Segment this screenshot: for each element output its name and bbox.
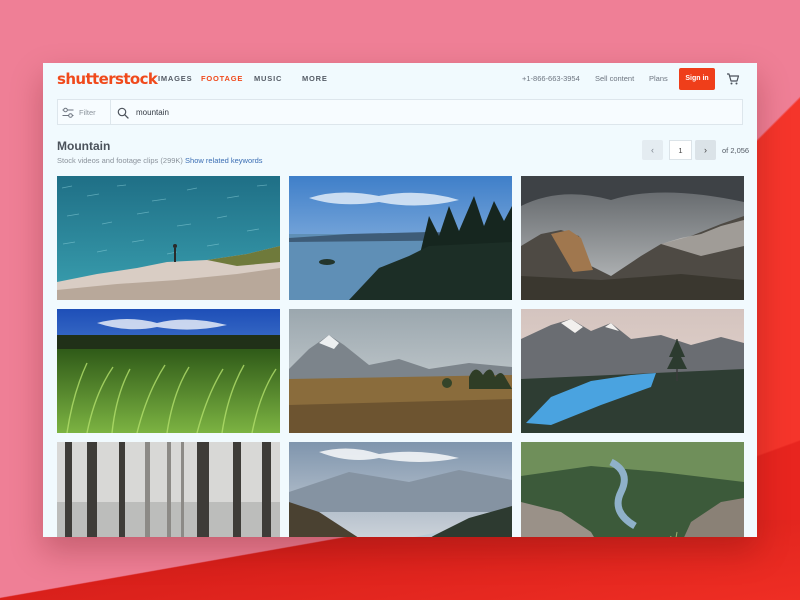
search-input[interactable] — [136, 104, 726, 120]
cart-icon[interactable] — [726, 72, 740, 86]
chevron-right-icon: › — [704, 145, 707, 155]
video-thumbnail-cloudy-cliffs[interactable] — [521, 176, 744, 300]
video-thumbnail-misty-forest[interactable] — [57, 442, 280, 537]
shutterstock-logo[interactable]: shutterstock — [57, 70, 158, 88]
search-bar: Filter — [57, 99, 743, 125]
filter-button[interactable]: Filter — [58, 100, 110, 124]
filter-label: Filter — [79, 108, 96, 117]
filter-sliders-icon — [62, 106, 74, 118]
video-thumbnail-fern-meadow[interactable] — [57, 309, 280, 433]
video-thumbnail-river-valley[interactable] — [289, 442, 512, 537]
thumbnail-image — [289, 176, 512, 300]
site-header: shutterstock IMAGES FOOTAGE MUSIC MORE +… — [43, 63, 757, 95]
thumbnail-image — [289, 309, 512, 433]
thumbnail-image — [289, 442, 512, 537]
video-thumbnail-canyon-river[interactable] — [521, 442, 744, 537]
nav-more[interactable]: MORE — [302, 74, 328, 83]
results-count-text: Stock videos and footage clips (299K) — [57, 156, 183, 165]
search-divider — [110, 100, 111, 124]
nav-music[interactable]: MUSIC — [254, 74, 282, 83]
thumbnail-image — [521, 442, 744, 537]
thumbnail-image — [57, 442, 280, 537]
thumbnail-image — [57, 176, 280, 300]
search-icon[interactable] — [117, 106, 129, 119]
results-summary: Stock videos and footage clips (299K) Sh… — [57, 156, 263, 165]
show-related-keywords-link[interactable]: Show related keywords — [185, 156, 263, 165]
thumbnail-image — [57, 309, 280, 433]
next-page-button[interactable]: › — [695, 140, 716, 160]
page-number-input[interactable] — [669, 140, 692, 160]
video-thumbnail-valley-plain[interactable] — [289, 309, 512, 433]
nav-images[interactable]: IMAGES — [158, 74, 192, 83]
thumbnail-image — [521, 176, 744, 300]
thumbnail-image — [521, 309, 744, 433]
sign-in-button[interactable]: Sign in — [679, 68, 715, 90]
browser-window: shutterstock IMAGES FOOTAGE MUSIC MORE +… — [43, 63, 757, 537]
page-total: of 2,056 — [722, 146, 750, 155]
phone-number[interactable]: +1-866-663-3954 — [522, 74, 580, 83]
plans-link[interactable]: Plans — [649, 74, 668, 83]
nav-footage[interactable]: FOOTAGE — [201, 74, 243, 83]
video-thumbnail-sea-cliff[interactable] — [57, 176, 280, 300]
page-title: Mountain — [57, 139, 111, 153]
video-thumbnail-forest-lake[interactable] — [289, 176, 512, 300]
prev-page-button[interactable]: ‹ — [642, 140, 663, 160]
sell-content-link[interactable]: Sell content — [595, 74, 634, 83]
video-thumbnail-alpine-lake[interactable] — [521, 309, 744, 433]
chevron-left-icon: ‹ — [651, 145, 654, 155]
